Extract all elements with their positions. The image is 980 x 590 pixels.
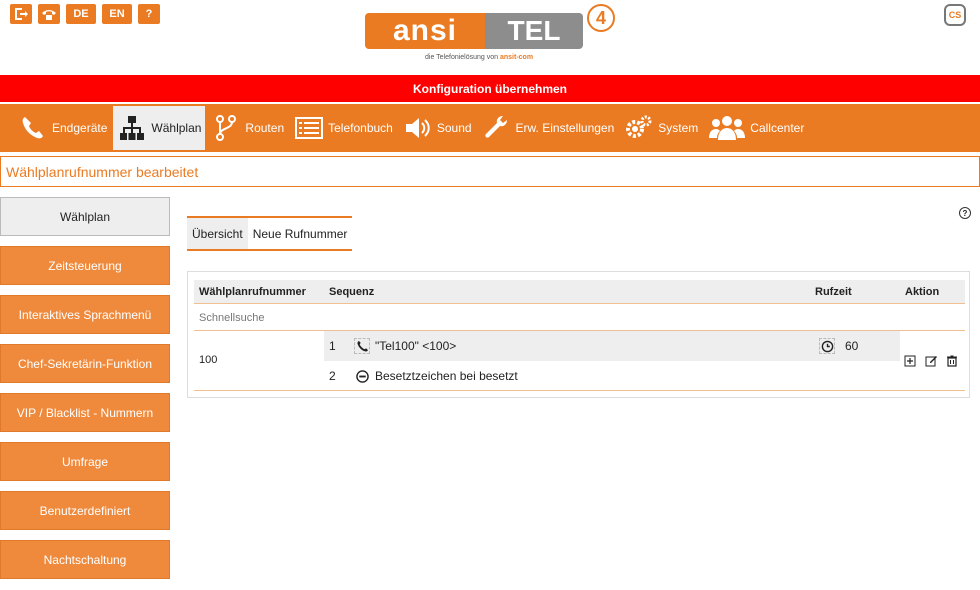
phone-icon [18, 113, 48, 143]
apply-configuration-button[interactable]: Konfiguration übernehmen [0, 75, 980, 102]
ring-time-value: 60 [845, 339, 859, 353]
speaker-icon [403, 113, 433, 143]
main-nav: Endgeräte Wählplan Routen Telefonbuch So… [0, 104, 980, 152]
hangup-phone-icon[interactable] [38, 4, 60, 24]
phone-icon [354, 338, 370, 354]
nav-label: System [658, 121, 699, 135]
tab-neue-rufnummer[interactable]: Neue Rufnummer [248, 218, 353, 249]
logo-tagline-text: die Telefonielösung von [425, 54, 499, 61]
subtabs: Übersicht Neue Rufnummer [187, 216, 353, 251]
quick-icons: DE EN ? [10, 4, 160, 24]
step-index: 1 [329, 339, 336, 353]
sidebar-item-nachtschaltung[interactable]: Nachtschaltung [0, 540, 170, 579]
wrench-icon [482, 113, 512, 143]
help-circle-icon[interactable]: ? [959, 207, 971, 219]
nav-label: Sound [436, 121, 472, 135]
trash-icon[interactable] [946, 355, 958, 367]
add-icon[interactable] [904, 355, 916, 367]
logo-ansi: ansi [365, 13, 485, 49]
clock-icon [819, 338, 835, 354]
sidebar-item-vip-blacklist[interactable]: VIP / Blacklist - Nummern [0, 393, 170, 432]
tab-uebersicht[interactable]: Übersicht [187, 218, 248, 249]
sidebar-item-benutzerdefiniert[interactable]: Benutzerdefiniert [0, 491, 170, 530]
nav-callcenter[interactable]: Callcenter [704, 106, 808, 150]
table-header: Wählplanrufnummer Sequenz Rufzeit Aktion [194, 280, 965, 304]
language-en-button[interactable]: EN [102, 4, 132, 24]
sequence-step: 2 Besetztzeichen bei besetzt [324, 361, 900, 391]
nav-label: Telefonbuch [328, 121, 393, 135]
header-action: Aktion [905, 286, 940, 298]
sitemap-icon [117, 113, 147, 143]
dialplan-table: Wählplanrufnummer Sequenz Rufzeit Aktion… [187, 271, 970, 398]
nav-routen[interactable]: Routen [207, 106, 288, 150]
header-number: Wählplanrufnummer [199, 286, 306, 298]
row-actions [904, 355, 958, 367]
nav-sound[interactable]: Sound [399, 106, 476, 150]
sidebar-item-waehlplan[interactable]: Wählplan [0, 197, 170, 236]
sidebar-item-zeitsteuerung[interactable]: Zeitsteuerung [0, 246, 170, 285]
sidebar: Wählplan Zeitsteuerung Interaktives Spra… [0, 197, 170, 589]
header-ring-time: Rufzeit [815, 286, 852, 298]
logo-tagline: die Telefonielösung von ansit-com [425, 54, 533, 61]
header-sequence: Sequenz [329, 286, 375, 298]
busy-icon [354, 368, 370, 384]
nav-label: Erw. Einstellungen [515, 121, 615, 135]
sidebar-item-umfrage[interactable]: Umfrage [0, 442, 170, 481]
nav-system[interactable]: System [620, 106, 702, 150]
sidebar-item-chef-sekretaerin[interactable]: Chef-Sekretärin-Funktion [0, 344, 170, 383]
step-text: Besetztzeichen bei besetzt [375, 369, 518, 383]
language-de-button[interactable]: DE [66, 4, 96, 24]
ring-time: 60 [819, 338, 858, 354]
gears-icon [624, 113, 654, 143]
logout-icon[interactable] [10, 4, 32, 24]
help-button[interactable]: ? [138, 4, 160, 24]
nav-label: Wählplan [151, 121, 202, 135]
edit-icon[interactable] [925, 355, 937, 367]
phonebook-list-icon [294, 113, 324, 143]
nav-erw-einstellungen[interactable]: Erw. Einstellungen [478, 106, 619, 150]
nav-telefonbuch[interactable]: Telefonbuch [290, 106, 397, 150]
nav-waehlplan[interactable]: Wählplan [113, 106, 206, 150]
users-group-icon [708, 113, 746, 143]
step-index: 2 [329, 369, 336, 383]
nav-label: Callcenter [750, 121, 805, 135]
ansitel-logo: ansi TEL 4 die Telefonielösung von ansit… [365, 4, 625, 68]
status-message: Wählplanrufnummer bearbeitet [0, 156, 980, 187]
logo-version: 4 [587, 4, 615, 32]
sequence-step: 1 "Tel100" <100> [324, 331, 900, 361]
logo-tel: TEL [485, 13, 583, 49]
nav-label: Routen [245, 121, 285, 135]
dialplan-number: 100 [199, 354, 218, 366]
sidebar-item-sprachmenue[interactable]: Interaktives Sprachmenü [0, 295, 170, 334]
nav-label: Endgeräte [52, 121, 108, 135]
route-icon [211, 113, 241, 143]
row-divider [194, 390, 965, 391]
step-text: "Tel100" <100> [375, 339, 457, 353]
logo-tagline-brand: ansit-com [500, 54, 534, 61]
nav-endgeraete[interactable]: Endgeräte [14, 106, 111, 150]
quick-search-input[interactable]: Schnellsuche [194, 305, 965, 331]
cs-icon[interactable]: CS [944, 4, 966, 26]
